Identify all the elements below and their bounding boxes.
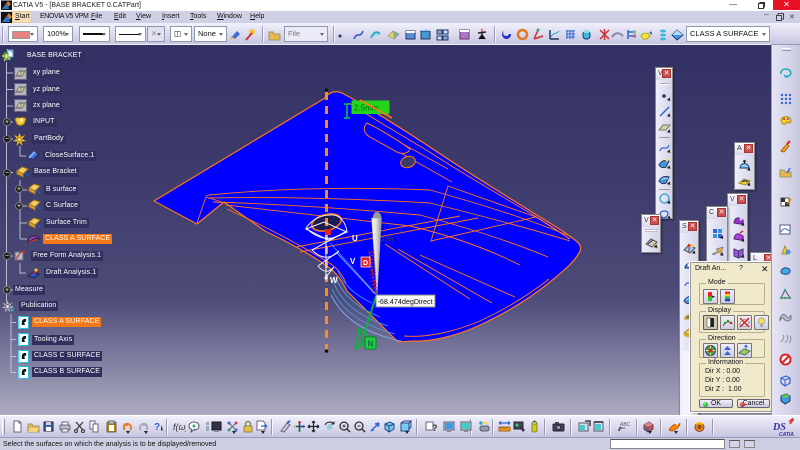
- svg-text:N: N: [368, 340, 374, 349]
- svg-text:W: W: [330, 276, 338, 285]
- svg-text:?: ?: [432, 423, 438, 433]
- svg-text:f(ω): f(ω): [173, 422, 186, 432]
- svg-text:ABC: ABC: [620, 422, 630, 428]
- svg-text:-68.474degDirect: -68.474degDirect: [378, 297, 433, 306]
- svg-text:D: D: [363, 260, 368, 267]
- svg-text:3.(0): 3.(0): [381, 237, 393, 243]
- svg-text:U: U: [352, 234, 358, 243]
- svg-text:?: ?: [154, 422, 160, 433]
- svg-text:V: V: [350, 257, 356, 266]
